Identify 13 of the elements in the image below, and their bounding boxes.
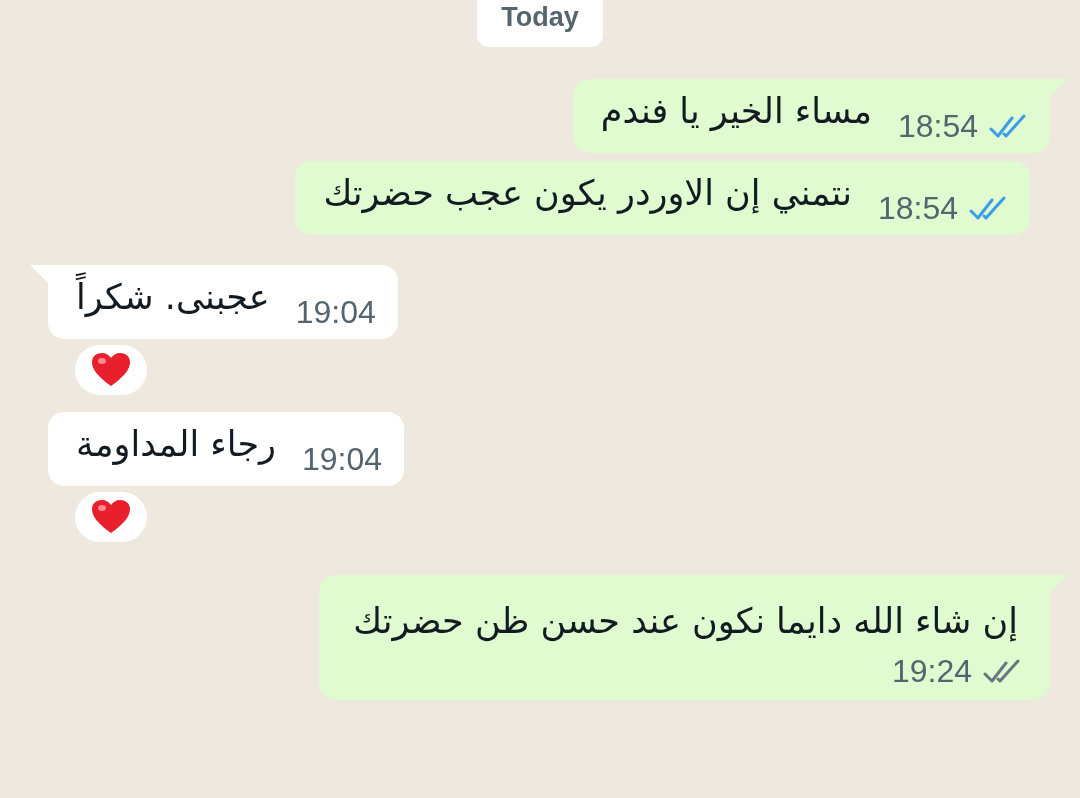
date-chip: Today: [477, 0, 603, 47]
message-time: 19:24: [891, 653, 972, 690]
message-time: 18:54: [897, 108, 978, 145]
heart-icon: [91, 352, 131, 388]
message-text: عجبنى. شكراً: [72, 269, 274, 331]
message-text: إن شاء الله دايما نكون عند حسن ظن حضرتك: [352, 600, 1019, 644]
message-text: رجاء المداومة: [75, 423, 277, 467]
message-time: 19:04: [301, 441, 382, 478]
message-text: نتمني إن الاوردر يكون عجب حضرتك: [322, 172, 853, 216]
heart-icon: [91, 499, 131, 535]
message-time: 18:54: [877, 190, 958, 227]
message-text: مساء الخير يا فندم: [599, 90, 873, 133]
message-time: 19:04: [295, 294, 376, 331]
